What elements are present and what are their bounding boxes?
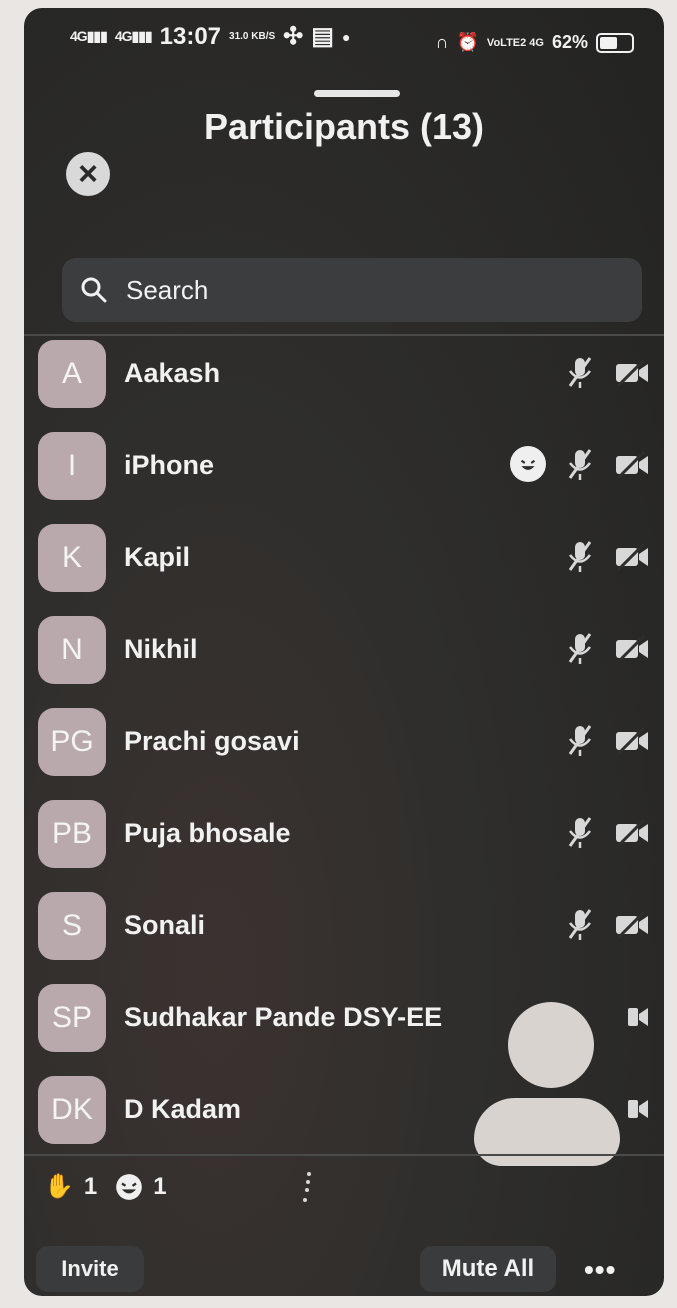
app-grid-icon: ✣ (283, 23, 304, 50)
video-off-icon[interactable] (614, 446, 650, 482)
participant-name: Sudhakar Pande DSY-EE (124, 1002, 443, 1032)
signal-1-label: 4G (70, 28, 88, 44)
video-off-icon[interactable] (614, 354, 650, 390)
participant-name: Nikhil (124, 634, 198, 664)
status-bar: 4G▮▮▮ 4G▮▮▮ 13:07 31.0 KB/S ✣ ▤ ● ∩ ⏰ Vo… (24, 8, 664, 70)
avatar: DK (38, 1076, 106, 1144)
video-off-icon[interactable] (614, 630, 650, 666)
video-off-icon[interactable] (614, 906, 650, 942)
close-button[interactable]: × (66, 152, 110, 196)
participant-row[interactable]: S Sonali (24, 892, 664, 974)
signal-2-label: 4G (114, 28, 133, 44)
avatar: N (38, 616, 106, 684)
notification-dot-icon: ● (341, 28, 351, 45)
avatar: SP (38, 984, 106, 1052)
avatar: A (38, 340, 106, 408)
list-divider-top (24, 334, 664, 336)
floating-video-thumbnail[interactable] (508, 1002, 594, 1088)
emoji-count: 1 (153, 1172, 167, 1200)
avatar: PG (38, 708, 106, 776)
drag-handle[interactable] (314, 90, 400, 97)
participant-row[interactable]: I iPhone (24, 432, 664, 514)
laughing-emoji-icon (510, 446, 546, 482)
signal-1-icon: 4G▮▮▮ (70, 28, 108, 44)
laughing-emoji-icon (116, 1173, 143, 1200)
reaction-summary: ✋ 1 1 (44, 1172, 167, 1201)
message-icon: ▤ (311, 23, 334, 50)
video-off-icon[interactable] (614, 722, 650, 758)
mic-muted-icon[interactable] (562, 354, 598, 390)
invite-button[interactable]: Invite (36, 1246, 144, 1292)
participant-name: Puja bhosale (124, 818, 291, 848)
mic-muted-icon[interactable] (562, 906, 598, 942)
video-off-icon[interactable] (614, 1090, 650, 1126)
participant-name: Kapil (124, 542, 191, 572)
headphones-icon: ∩ (435, 32, 449, 52)
mic-muted-icon[interactable] (562, 722, 598, 758)
participant-name: Prachi gosavi (124, 726, 300, 756)
network-speed: 31.0 KB/S (229, 30, 276, 42)
search-input[interactable] (124, 273, 608, 307)
more-options-button[interactable]: ••• (584, 1254, 616, 1286)
video-off-icon[interactable] (614, 998, 650, 1034)
participant-row[interactable]: K Kapil (24, 524, 664, 606)
video-off-icon[interactable] (614, 814, 650, 850)
participant-name: Sonali (124, 910, 206, 940)
avatar: PB (38, 800, 106, 868)
mute-all-button[interactable]: Mute All (420, 1246, 556, 1292)
mic-muted-icon[interactable] (562, 814, 598, 850)
alarm-icon: ⏰ (456, 32, 479, 52)
participant-name: iPhone (124, 450, 215, 480)
battery-icon (596, 32, 634, 53)
volte-label: VoLTE2 4G (486, 36, 544, 49)
mic-muted-icon[interactable] (562, 538, 598, 574)
battery-percent: 62% (551, 32, 588, 52)
participant-row[interactable]: N Nikhil (24, 616, 664, 698)
avatar: I (38, 432, 106, 500)
participant-row[interactable]: A Aakash (24, 340, 664, 422)
page-title: Participants (13) (203, 106, 485, 147)
avatar: K (38, 524, 106, 592)
participant-name: D Kadam (124, 1094, 242, 1124)
search-bar[interactable] (62, 258, 642, 322)
raised-hand-count: 1 (83, 1172, 98, 1200)
list-divider-bottom (24, 1154, 664, 1156)
video-off-icon[interactable] (614, 538, 650, 574)
mic-muted-icon[interactable] (562, 630, 598, 666)
close-icon: × (78, 155, 98, 193)
participant-row[interactable]: PG Prachi gosavi (24, 708, 664, 790)
participant-name: Aakash (124, 358, 221, 388)
raised-hand-icon: ✋ (44, 1173, 74, 1200)
mic-muted-icon[interactable] (562, 446, 598, 482)
avatar: S (38, 892, 106, 960)
clock: 13:07 (159, 22, 222, 50)
loading-indicator-icon (303, 1172, 311, 1202)
participants-panel: 4G▮▮▮ 4G▮▮▮ 13:07 31.0 KB/S ✣ ▤ ● ∩ ⏰ Vo… (24, 8, 664, 1296)
search-icon (81, 277, 107, 303)
signal-2-icon: 4G▮▮▮ (114, 28, 153, 44)
participant-row[interactable]: PB Puja bhosale (24, 800, 664, 882)
